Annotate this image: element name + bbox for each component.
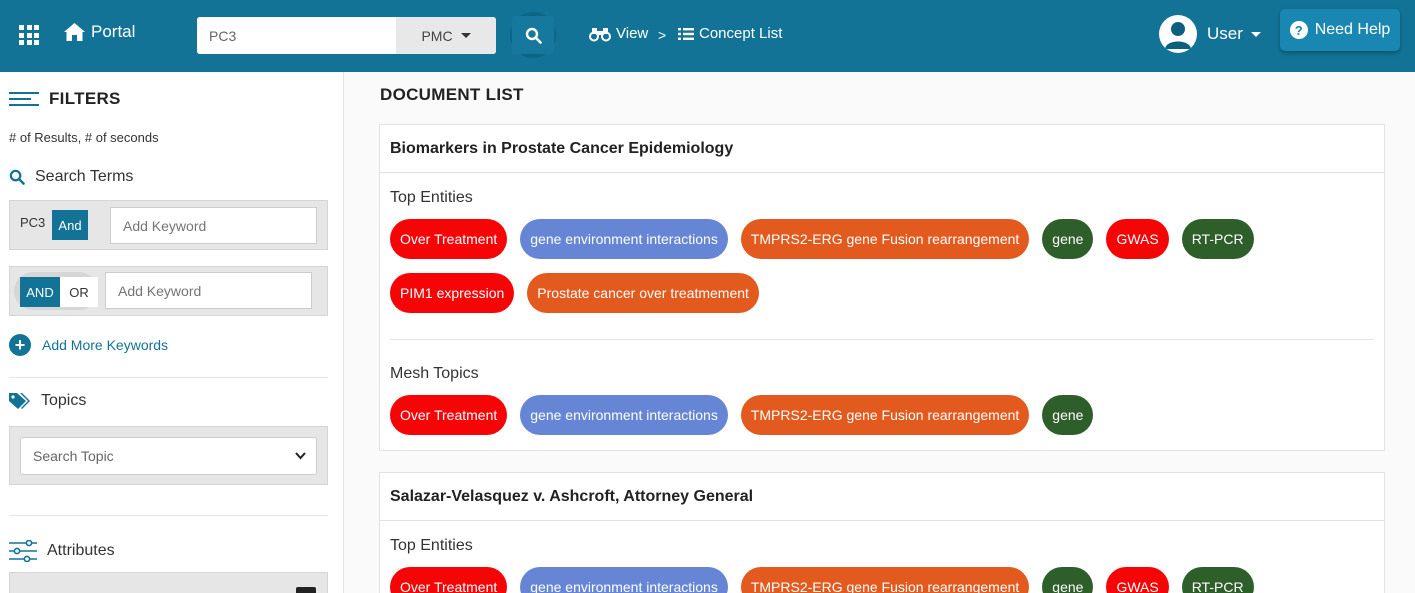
add-more-keywords-link[interactable]: + Add More Keywords	[9, 334, 168, 356]
search-terms-title: Search Terms	[35, 168, 134, 185]
search-button[interactable]	[510, 12, 556, 58]
top-entities-label: Top Entities	[390, 537, 473, 554]
attributes-title: Attributes	[47, 542, 115, 559]
binoculars-icon	[589, 27, 611, 41]
tags-icon	[9, 393, 30, 409]
topics-title: Topics	[41, 392, 87, 409]
operator-toggle: AND OR	[14, 272, 98, 310]
attributes-filter-box	[9, 572, 328, 593]
sliders-icon	[9, 540, 37, 562]
search-term-row-1: PC3 And	[9, 200, 328, 250]
list-icon	[678, 27, 694, 40]
source-dropdown[interactable]: PMC	[396, 17, 496, 54]
plus-circle-icon: +	[9, 334, 31, 356]
search-term-row-2: AND OR	[9, 266, 328, 316]
search-icon	[525, 27, 542, 44]
entity-pill[interactable]: TMPRS2-ERG gene Fusion rearrangement	[740, 567, 1030, 593]
document-title[interactable]: Biomarkers in Prostate Cancer Epidemiolo…	[380, 125, 1384, 173]
entity-pill[interactable]: GWAS	[1106, 219, 1169, 259]
document-card: Biomarkers in Prostate Cancer Epidemiolo…	[379, 124, 1385, 451]
entity-pill[interactable]: RT-PCR	[1181, 567, 1254, 593]
entity-pill[interactable]: TMPRS2-ERG gene Fusion rearrangement	[740, 395, 1030, 435]
document-card: Salazar-Velasquez v. Ashcroft, Attorney …	[379, 472, 1385, 593]
entity-pill[interactable]: PIM1 expression	[390, 273, 515, 313]
divider	[9, 377, 328, 378]
entity-pill[interactable]: gene environment interactions	[520, 567, 728, 593]
question-circle-icon: ?	[1289, 21, 1308, 39]
portal-home-link[interactable]: Portal	[63, 22, 135, 42]
divider	[9, 515, 328, 516]
or-toggle-button[interactable]: OR	[60, 277, 98, 307]
source-dropdown-value: PMC	[421, 27, 453, 44]
breadcrumb-view[interactable]: View	[589, 25, 648, 42]
portal-label: Portal	[91, 22, 136, 41]
document-title[interactable]: Salazar-Velasquez v. Ashcroft, Attorney …	[380, 473, 1384, 521]
breadcrumb-separator: >	[658, 27, 667, 43]
entity-pill[interactable]: Over Treatment	[390, 395, 508, 435]
topic-search-placeholder: Search Topic	[33, 448, 114, 464]
home-icon	[64, 23, 85, 41]
top-navbar: Portal PMC View > Concept List User ? Ne…	[0, 0, 1415, 72]
operator-badge[interactable]: And	[52, 210, 88, 240]
topics-heading: Topics	[9, 392, 86, 410]
mesh-topics-label: Mesh Topics	[390, 365, 479, 382]
entity-pill[interactable]: gene environment interactions	[520, 395, 728, 435]
breadcrumb-concept-list[interactable]: Concept List	[678, 25, 782, 42]
entity-pill[interactable]: Over Treatment	[390, 567, 508, 593]
user-name: User	[1207, 24, 1243, 43]
add-keyword-input[interactable]	[110, 207, 317, 244]
breadcrumb-view-label: View	[616, 25, 649, 42]
need-help-label: Need Help	[1314, 21, 1391, 38]
entity-pill[interactable]: gene environment interactions	[520, 219, 728, 259]
entity-pill[interactable]: gene	[1042, 219, 1094, 259]
calendar-icon[interactable]	[296, 587, 316, 593]
search-input[interactable]	[197, 17, 396, 54]
chevron-down-icon	[295, 452, 306, 460]
user-menu[interactable]: User	[1159, 15, 1261, 53]
attributes-heading: Attributes	[9, 540, 115, 562]
entity-pill[interactable]: gene	[1042, 567, 1094, 593]
top-entities-list: Over Treatment gene environment interacti…	[390, 567, 1380, 593]
user-icon	[1165, 22, 1191, 49]
and-toggle-button[interactable]: AND	[20, 277, 60, 307]
filters-sidebar: FILTERS # of Results, # of seconds Searc…	[0, 72, 344, 593]
entity-pill[interactable]: Prostate cancer over treatmement	[527, 273, 759, 313]
topic-filter-box: Search Topic	[9, 426, 328, 485]
document-list-title: DOCUMENT LIST	[380, 85, 524, 104]
search-bar: PMC	[197, 17, 496, 54]
top-entities-label: Top Entities	[390, 189, 473, 206]
filters-title: FILTERS	[49, 89, 121, 108]
mesh-topics-list: Over Treatment gene environment interacti…	[390, 395, 1380, 449]
entity-pill[interactable]: RT-PCR	[1181, 219, 1254, 259]
filter-lines-icon	[9, 88, 39, 110]
search-icon	[9, 169, 25, 185]
apps-grid-icon[interactable]	[19, 25, 39, 45]
breadcrumb-concept-list-label: Concept List	[699, 25, 783, 42]
caret-down-icon	[1250, 31, 1261, 37]
results-info: # of Results, # of seconds	[9, 130, 159, 145]
entity-pill[interactable]: Over Treatment	[390, 219, 508, 259]
search-terms-heading: Search Terms	[9, 168, 133, 186]
divider	[390, 339, 1374, 340]
entity-pill[interactable]: GWAS	[1106, 567, 1169, 593]
entity-pill[interactable]: gene	[1042, 395, 1094, 435]
add-more-keywords-label: Add More Keywords	[42, 337, 169, 353]
filters-heading: FILTERS	[9, 88, 121, 110]
keyword-tag: PC3	[20, 215, 46, 230]
entity-pill[interactable]: TMPRS2-ERG gene Fusion rearrangement	[740, 219, 1030, 259]
need-help-button[interactable]: ? Need Help	[1280, 9, 1400, 51]
top-entities-list: Over Treatment gene environment interacti…	[390, 219, 1380, 327]
avatar	[1159, 15, 1197, 53]
topic-search-select[interactable]: Search Topic	[20, 437, 317, 475]
add-keyword-input[interactable]	[105, 272, 312, 309]
caret-down-icon	[460, 33, 471, 38]
